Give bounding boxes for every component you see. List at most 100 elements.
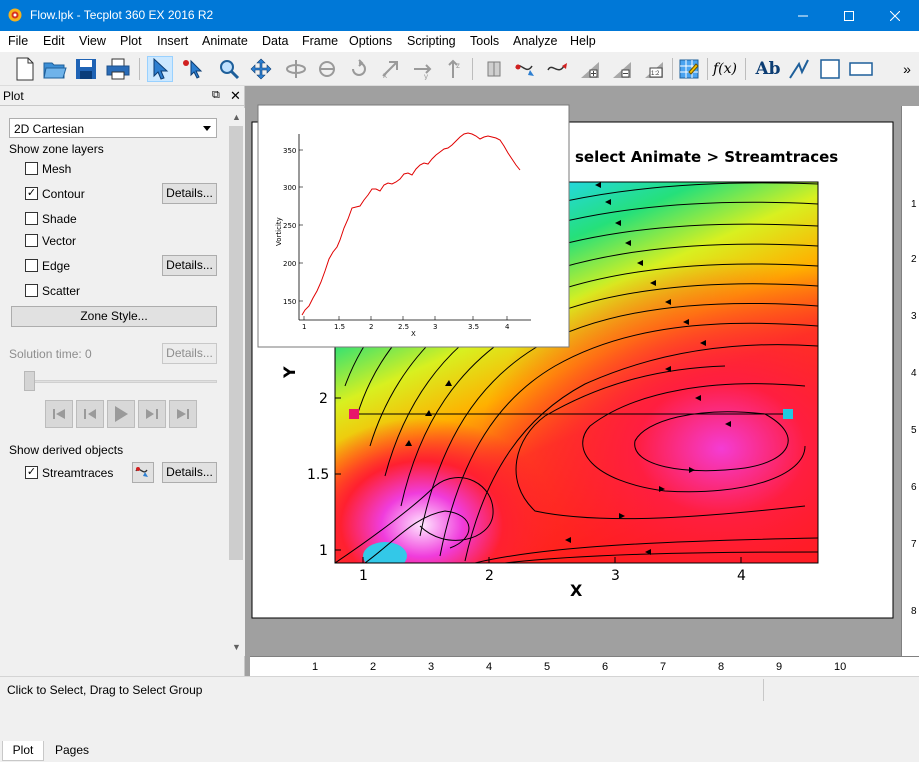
menu-tools[interactable]: Tools bbox=[470, 34, 499, 48]
main-toolbar: x y z 1:2 f(x) Ab » bbox=[0, 52, 919, 86]
streamtraces-details-button[interactable]: Details... bbox=[162, 462, 217, 483]
menu-animate[interactable]: Animate bbox=[202, 34, 248, 48]
contour-details-button[interactable]: Details... bbox=[162, 183, 217, 204]
remove-zone-icon bbox=[613, 62, 631, 78]
streamtraces-checkbox[interactable]: ✓ bbox=[25, 466, 38, 479]
solution-time-slider[interactable] bbox=[24, 371, 35, 391]
last-step-button[interactable] bbox=[169, 400, 197, 428]
vertical-ruler: 1 2 3 4 5 6 7 8 bbox=[901, 106, 919, 666]
streamtrace-placement-button[interactable] bbox=[132, 462, 154, 483]
previous-step-button[interactable] bbox=[76, 400, 104, 428]
zoom-tool-button[interactable] bbox=[216, 56, 242, 82]
edge-label: Edge bbox=[42, 259, 71, 273]
solution-time-slider-track bbox=[26, 380, 217, 383]
translate-tool-button[interactable] bbox=[248, 56, 274, 82]
streamtrace-rake-button[interactable] bbox=[545, 56, 571, 82]
rotate-x-button[interactable]: x bbox=[378, 56, 404, 82]
close-panel-icon[interactable]: ✕ bbox=[230, 88, 241, 104]
solution-details-button[interactable]: Details... bbox=[162, 343, 217, 364]
main-frame-canvas[interactable]: 1 2 3 4 1 1.5 2 X Y select Animate > Str… bbox=[245, 86, 901, 656]
adjustor-tool-button[interactable] bbox=[180, 56, 206, 82]
float-panel-icon[interactable]: ⧉ bbox=[212, 89, 220, 102]
line-tool-button[interactable] bbox=[786, 56, 812, 82]
inset-vorticity-plot[interactable]: 150 200 250 300 350 1 1.5 2 2.5 3 3.5 4 … bbox=[257, 104, 570, 348]
rotate-z-button[interactable]: z bbox=[440, 56, 466, 82]
rotate-y-button[interactable]: y bbox=[409, 56, 435, 82]
contour-label: Contour bbox=[42, 187, 85, 201]
toolbar-overflow-button[interactable]: » bbox=[897, 56, 917, 82]
svg-text:y: y bbox=[424, 72, 428, 80]
open-layout-button[interactable] bbox=[42, 56, 68, 82]
menu-data[interactable]: Data bbox=[262, 34, 288, 48]
rake-start-handle[interactable] bbox=[349, 409, 359, 419]
menu-analyze[interactable]: Analyze bbox=[513, 34, 557, 48]
square-tool-button[interactable] bbox=[817, 56, 843, 82]
rotate-rollerball-button[interactable] bbox=[314, 56, 340, 82]
rectangle-icon bbox=[849, 62, 873, 76]
remove-zone-button[interactable] bbox=[609, 56, 635, 82]
maximize-button[interactable] bbox=[826, 0, 872, 31]
workspace: 1 2 3 4 1 1.5 2 X Y select Animate > Str… bbox=[245, 86, 919, 676]
first-step-button[interactable] bbox=[45, 400, 73, 428]
next-step-button[interactable] bbox=[138, 400, 166, 428]
close-icon bbox=[890, 10, 900, 21]
menu-plot[interactable]: Plot bbox=[120, 34, 142, 48]
menu-help[interactable]: Help bbox=[570, 34, 596, 48]
ratio-zone-button[interactable]: 1:2 bbox=[641, 56, 667, 82]
mesh-checkbox[interactable] bbox=[25, 162, 38, 175]
print-button[interactable] bbox=[105, 56, 131, 82]
menu-view[interactable]: View bbox=[79, 34, 106, 48]
menu-file[interactable]: File bbox=[8, 34, 28, 48]
rectangle-tool-button[interactable] bbox=[848, 56, 874, 82]
vector-label: Vector bbox=[42, 234, 77, 248]
tab-plot[interactable]: Plot bbox=[2, 741, 44, 761]
svg-text:1:2: 1:2 bbox=[651, 71, 660, 77]
edit-zone-button[interactable] bbox=[676, 56, 702, 82]
menu-insert[interactable]: Insert bbox=[157, 34, 188, 48]
menu-edit[interactable]: Edit bbox=[43, 34, 65, 48]
add-zone-button[interactable] bbox=[577, 56, 603, 82]
save-icon bbox=[76, 59, 96, 79]
sidebar-scroll-thumb[interactable] bbox=[229, 126, 243, 560]
close-window-button[interactable] bbox=[872, 0, 918, 31]
menu-scripting[interactable]: Scripting bbox=[407, 34, 456, 48]
status-separator bbox=[763, 679, 764, 701]
rotate-twist-button[interactable] bbox=[346, 56, 372, 82]
maximize-icon bbox=[844, 10, 854, 21]
menu-options[interactable]: Options bbox=[349, 34, 392, 48]
probe-tool-button[interactable] bbox=[481, 56, 507, 82]
shade-checkbox[interactable] bbox=[25, 212, 38, 225]
printer-icon bbox=[106, 58, 130, 80]
edge-checkbox[interactable] bbox=[25, 259, 38, 272]
text-tool-button[interactable]: Ab bbox=[755, 56, 781, 82]
scroll-down-icon[interactable]: ▼ bbox=[232, 642, 241, 652]
rotate-spherical-button[interactable] bbox=[283, 56, 309, 82]
toolbar-separator bbox=[472, 58, 473, 80]
equation-button[interactable]: f(x) bbox=[712, 56, 738, 82]
streamtrace-tool-button[interactable] bbox=[513, 56, 539, 82]
new-file-icon bbox=[16, 57, 34, 81]
rake-end-handle[interactable] bbox=[783, 409, 793, 419]
sidebar-scrollbar[interactable]: ▲ ▼ bbox=[228, 108, 245, 656]
save-layout-button[interactable] bbox=[73, 56, 99, 82]
play-button[interactable] bbox=[107, 400, 135, 428]
selector-tool-button[interactable] bbox=[147, 56, 173, 82]
svg-text:z: z bbox=[456, 61, 460, 70]
scroll-up-icon[interactable]: ▲ bbox=[232, 112, 241, 122]
new-layout-button[interactable] bbox=[12, 56, 38, 82]
tab-pages[interactable]: Pages bbox=[48, 741, 96, 761]
vector-checkbox[interactable] bbox=[25, 234, 38, 247]
animate-hint-text: select Animate > Streamtraces bbox=[575, 148, 838, 166]
menu-frame[interactable]: Frame bbox=[302, 34, 338, 48]
zone-style-button[interactable]: Zone Style... bbox=[11, 306, 217, 327]
scatter-checkbox[interactable] bbox=[25, 284, 38, 297]
contour-checkbox[interactable]: ✓ bbox=[25, 187, 38, 200]
plot-type-select[interactable]: 2D Cartesian bbox=[9, 118, 217, 138]
edge-details-button[interactable]: Details... bbox=[162, 255, 217, 276]
svg-text:x: x bbox=[383, 71, 387, 80]
x-tick-label: 2 bbox=[485, 568, 494, 584]
x-tick-label: 4 bbox=[737, 568, 746, 584]
minimize-button[interactable] bbox=[780, 0, 826, 31]
step-forward-icon bbox=[146, 409, 158, 419]
inset-y-tick: 150 bbox=[283, 298, 296, 306]
